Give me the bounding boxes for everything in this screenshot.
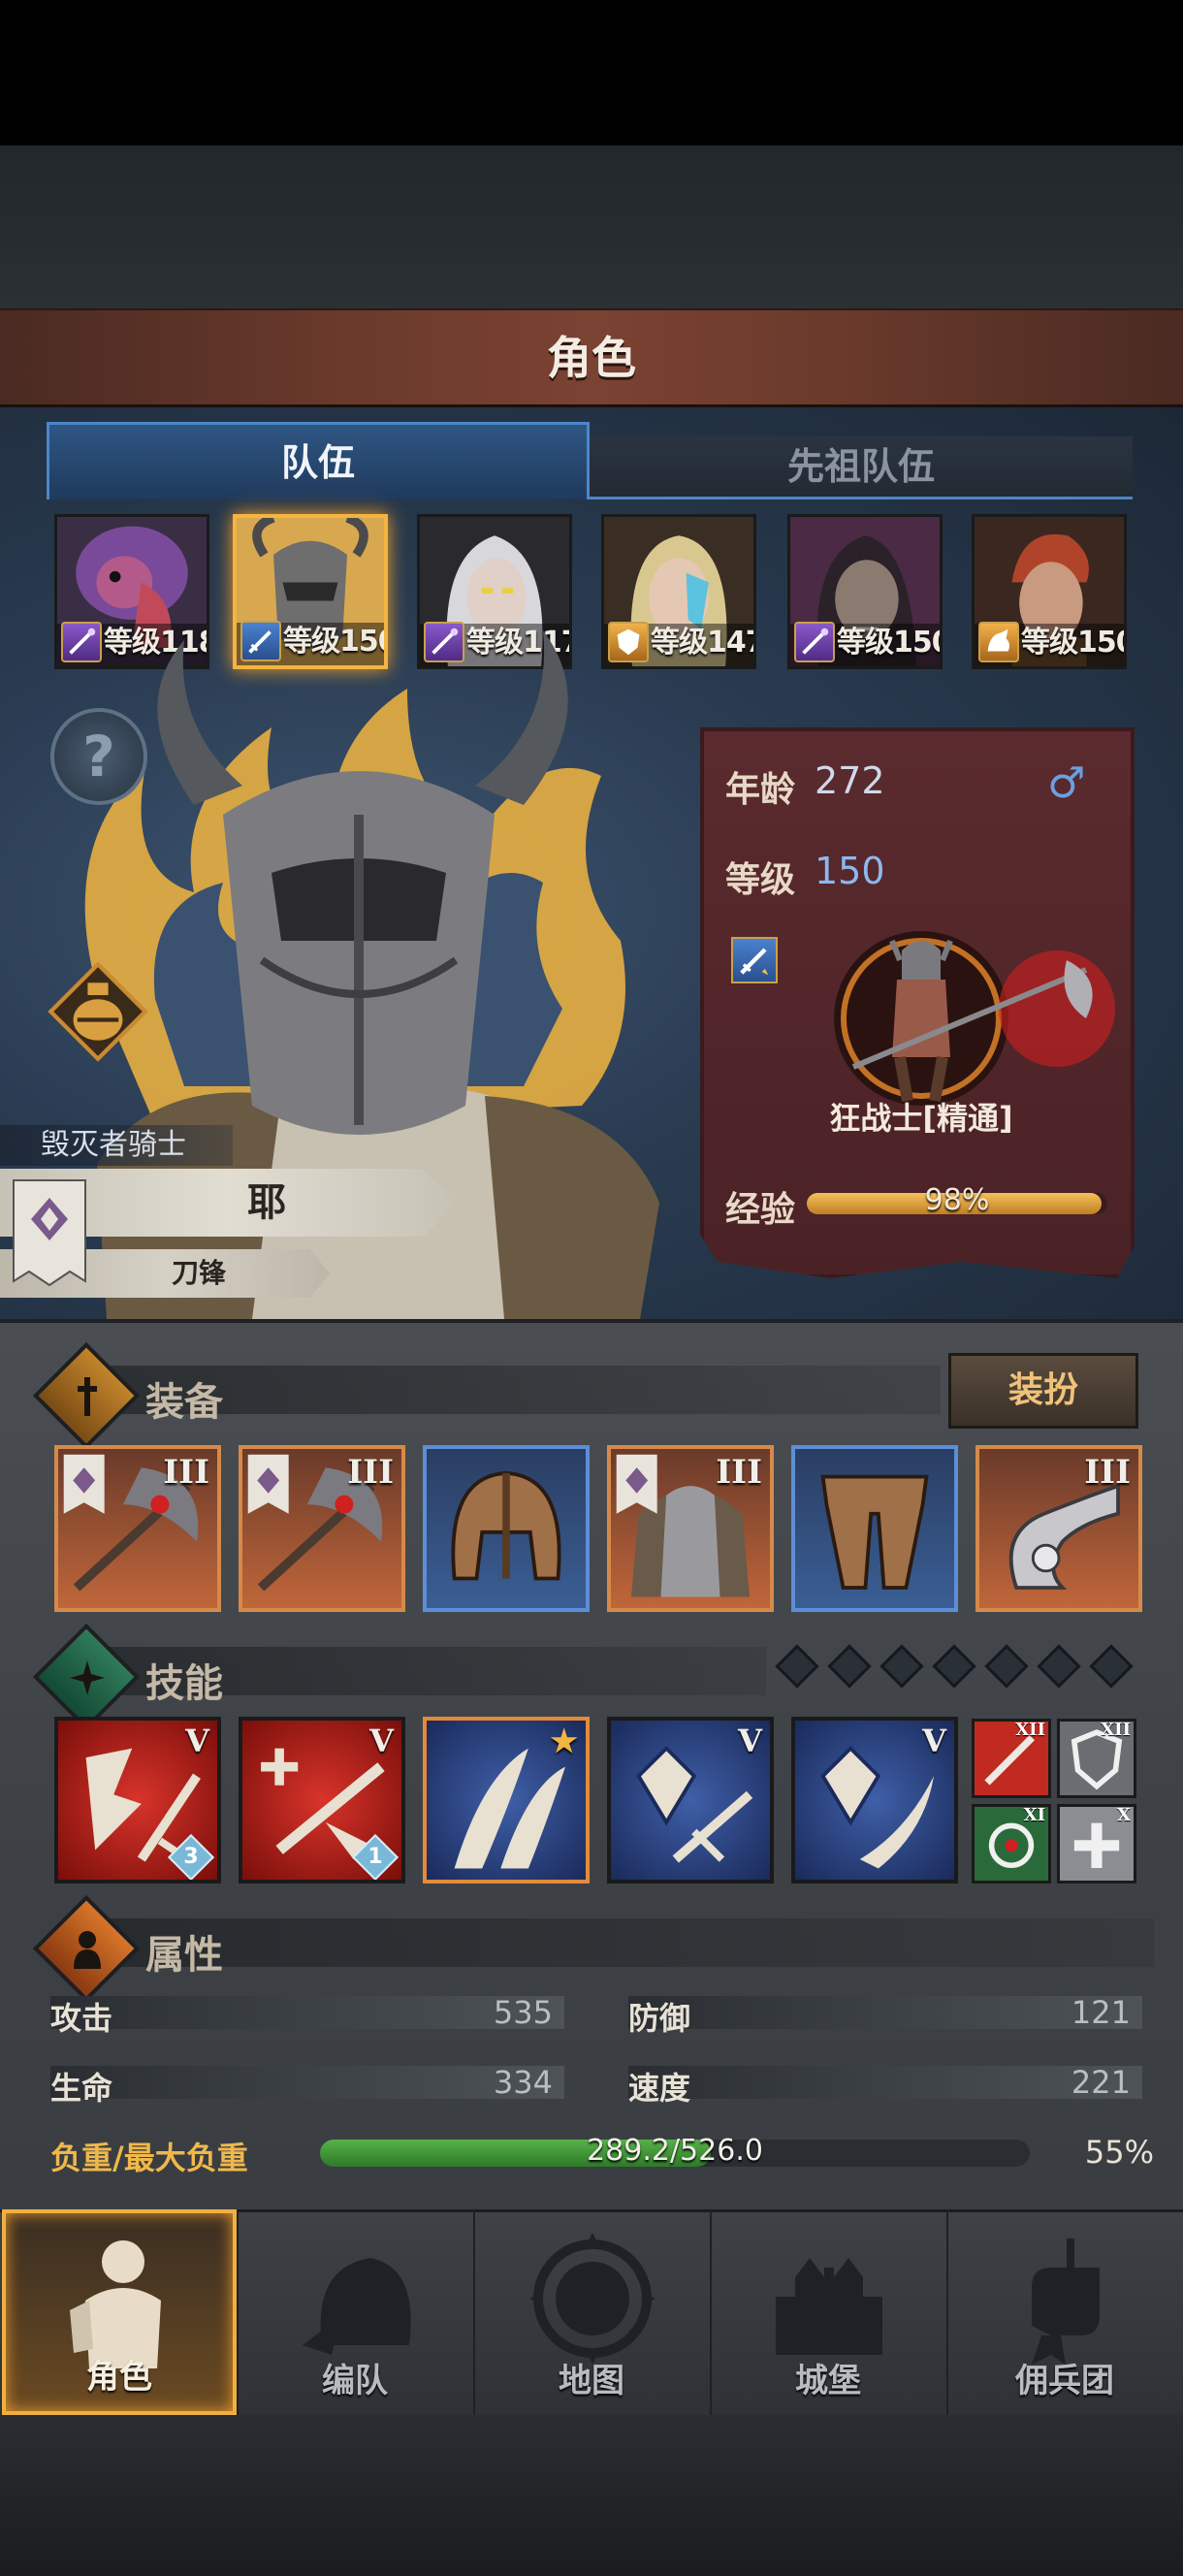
top-black-bar	[0, 0, 1183, 145]
helmet-icon	[451, 1470, 561, 1581]
passive-skill-2[interactable]: XII	[1057, 1719, 1136, 1798]
attributes-title: 属性	[145, 1933, 223, 1978]
leg-armor-icon	[820, 1474, 929, 1590]
roster-portrait-5[interactable]: 等级150	[787, 514, 943, 669]
equipment-title: 装备	[145, 1380, 223, 1425]
nav-formation-label: 编队	[322, 2362, 388, 2400]
load-percent: 55%	[1084, 2134, 1154, 2171]
defense-label: 防御	[628, 2000, 691, 2037]
class-name: 狂战士[精通]	[829, 1100, 1013, 1137]
skill-star: ★	[550, 1723, 578, 1759]
nav-formation[interactable]: 编队	[237, 2209, 471, 2415]
hp-label: 生命	[50, 2070, 113, 2107]
star-burst-icon	[70, 1660, 105, 1695]
nav-map-label: 地图	[559, 2362, 624, 2400]
person-icon	[74, 1931, 101, 1969]
compass-map-icon	[529, 2233, 655, 2365]
item-tier: III	[347, 1453, 394, 1492]
age-label: 年龄	[725, 770, 796, 810]
bottom-bar	[0, 2415, 1183, 2576]
passive-tier: XII	[1015, 1720, 1045, 1740]
tab-team[interactable]: 队伍	[47, 422, 590, 499]
skill-slot-3[interactable]: ★	[423, 1717, 590, 1884]
nav-castle[interactable]: 城堡	[710, 2209, 944, 2415]
equipment-slot-weapon-1[interactable]: III	[54, 1445, 221, 1612]
page-title: 角色	[547, 332, 636, 384]
nav-character[interactable]: 角色	[2, 2209, 237, 2415]
roster-portrait-6[interactable]: 等级150	[972, 514, 1127, 669]
load-label: 负重/最大负重	[50, 2140, 248, 2176]
nav-map[interactable]: 地图	[473, 2209, 708, 2415]
passive-skill-3[interactable]: XI	[972, 1804, 1051, 1884]
nav-castle-label: 城堡	[795, 2362, 861, 2400]
fist-banner-icon	[1032, 2238, 1100, 2365]
exp-label: 经验	[725, 1190, 796, 1230]
hero-subtitle: 刀锋	[171, 1257, 226, 1289]
nav-character-label: 角色	[86, 2358, 152, 2397]
dagger-icon	[78, 1377, 97, 1416]
speed-label: 速度	[628, 2070, 691, 2107]
dress-up-button[interactable]: 装扮	[948, 1353, 1138, 1429]
skill-tier: V	[185, 1723, 209, 1759]
level-label: 等级	[725, 860, 796, 900]
help-button[interactable]: ?	[50, 708, 147, 805]
skill-slot-2[interactable]: V 1	[239, 1717, 405, 1884]
staff-icon	[794, 622, 835, 662]
faction-banner-icon	[13, 1179, 86, 1287]
exp-percent: 98%	[924, 1183, 990, 1217]
skills-title: 技能	[145, 1661, 223, 1706]
load-value: 289.2/526.0	[587, 2134, 763, 2168]
age-value: 272	[815, 759, 885, 802]
castle-icon	[776, 2258, 882, 2355]
equipment-slot-trinket[interactable]: III	[975, 1445, 1142, 1612]
beast-icon	[978, 622, 1019, 662]
passive-skill-1[interactable]: XII	[972, 1719, 1051, 1798]
item-tier: III	[716, 1453, 762, 1492]
equipment-slot-weapon-2[interactable]: III	[239, 1445, 405, 1612]
equipment-slot-armor[interactable]: III	[607, 1445, 774, 1612]
potion-icon[interactable]	[47, 960, 149, 1063]
level-value: 150	[815, 850, 885, 892]
passive-tier: XII	[1101, 1720, 1131, 1740]
equipment-slot-legs[interactable]	[791, 1445, 958, 1612]
skill-slot-4[interactable]: V	[607, 1717, 774, 1884]
roster-level: 等级150	[837, 626, 943, 660]
roster-level: 等级150	[1021, 626, 1127, 660]
skill-slot-5[interactable]: V	[791, 1717, 958, 1884]
header-background	[0, 145, 1183, 310]
hero-name: 耶	[247, 1180, 286, 1225]
attack-value: 535	[493, 1994, 553, 2031]
attack-label: 攻击	[50, 2000, 113, 2037]
male-icon: ♂	[1047, 758, 1086, 808]
tab-team-label: 队伍	[280, 441, 355, 484]
tab-ancestor-team[interactable]: 先祖队伍	[590, 436, 1133, 499]
knight-icon	[70, 2240, 161, 2368]
berserker-class-art	[834, 931, 1115, 1106]
skill-tier: V	[738, 1723, 762, 1759]
passive-tier: X	[1117, 1805, 1131, 1825]
skill-tier: V	[922, 1723, 946, 1759]
hp-value: 334	[493, 2064, 553, 2101]
class-sword-icon[interactable]	[731, 937, 778, 983]
attributes-header-bar	[68, 1918, 1154, 1967]
hero-class-title: 毁灭者骑士	[0, 1125, 233, 1166]
passive-tier: XI	[1023, 1805, 1045, 1825]
passive-skill-4[interactable]: X	[1057, 1804, 1136, 1884]
equipment-slot-helmet[interactable]	[423, 1445, 590, 1612]
item-tier: III	[1084, 1453, 1131, 1492]
item-tier: III	[163, 1453, 209, 1492]
nav-mercenary[interactable]: 佣兵团	[946, 2209, 1181, 2415]
skill-tier: V	[369, 1723, 394, 1759]
formation-helmet-icon	[303, 2258, 411, 2355]
nav-mercenary-label: 佣兵团	[1015, 2362, 1114, 2400]
defense-value: 121	[1071, 1994, 1131, 2031]
tab-ancestor-label: 先祖队伍	[786, 445, 935, 488]
speed-value: 221	[1071, 2064, 1131, 2101]
skill-slot-1[interactable]: V 3	[54, 1717, 221, 1884]
